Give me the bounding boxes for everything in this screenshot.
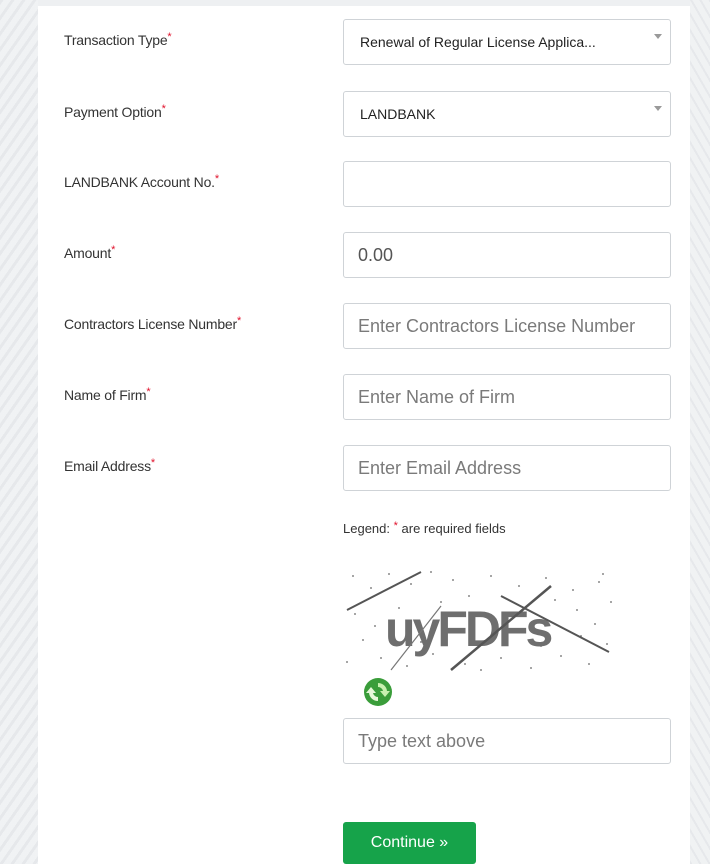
required-marker: *: [111, 244, 116, 256]
required-fields-legend: Legend: * are required fields: [343, 520, 506, 536]
payment-form-panel: Transaction Type* Renewal of Regular Lic…: [38, 6, 690, 864]
landbank-account-input[interactable]: [343, 161, 671, 207]
continue-button[interactable]: Continue »: [343, 822, 476, 864]
payment-option-label-text: Payment Option: [64, 104, 162, 120]
amount-input[interactable]: [343, 232, 671, 278]
transaction-type-select[interactable]: Renewal of Regular License Applica...: [343, 19, 671, 65]
license-number-label: Contractors License Number*: [64, 315, 242, 332]
transaction-type-value: Renewal of Regular License Applica...: [360, 34, 596, 50]
landbank-account-label-text: LANDBANK Account No.: [64, 174, 215, 190]
dropdown-caret-icon: [654, 34, 662, 39]
required-marker: *: [214, 173, 219, 185]
email-input[interactable]: [343, 445, 671, 491]
captcha-image: uyFDFs: [341, 566, 623, 674]
email-label-text: Email Address: [64, 458, 151, 474]
dropdown-caret-icon: [654, 106, 662, 111]
background-pattern-left: [0, 0, 38, 864]
email-label: Email Address*: [64, 457, 155, 474]
firm-name-label: Name of Firm*: [64, 386, 151, 403]
required-marker: *: [393, 520, 398, 532]
refresh-captcha-icon[interactable]: [362, 676, 394, 708]
license-number-input[interactable]: [343, 303, 671, 349]
transaction-type-label-text: Transaction Type: [64, 32, 168, 48]
payment-option-value: LANDBANK: [360, 106, 436, 122]
required-marker: *: [237, 315, 242, 327]
license-number-label-text: Contractors License Number: [64, 316, 237, 332]
background-pattern-right: [690, 0, 710, 864]
captcha-input[interactable]: [343, 718, 671, 764]
firm-name-input[interactable]: [343, 374, 671, 420]
required-marker: *: [146, 386, 151, 398]
required-marker: *: [150, 457, 155, 469]
required-marker: *: [167, 31, 172, 43]
required-marker: *: [161, 103, 166, 115]
payment-option-label: Payment Option*: [64, 103, 166, 120]
legend-prefix: Legend:: [343, 521, 390, 536]
amount-label: Amount*: [64, 244, 116, 261]
landbank-account-label: LANDBANK Account No.*: [64, 173, 219, 190]
payment-option-select[interactable]: LANDBANK: [343, 91, 671, 137]
transaction-type-label: Transaction Type*: [64, 31, 172, 48]
legend-suffix: are required fields: [401, 521, 506, 536]
amount-label-text: Amount: [64, 245, 112, 261]
firm-name-label-text: Name of Firm: [64, 387, 147, 403]
